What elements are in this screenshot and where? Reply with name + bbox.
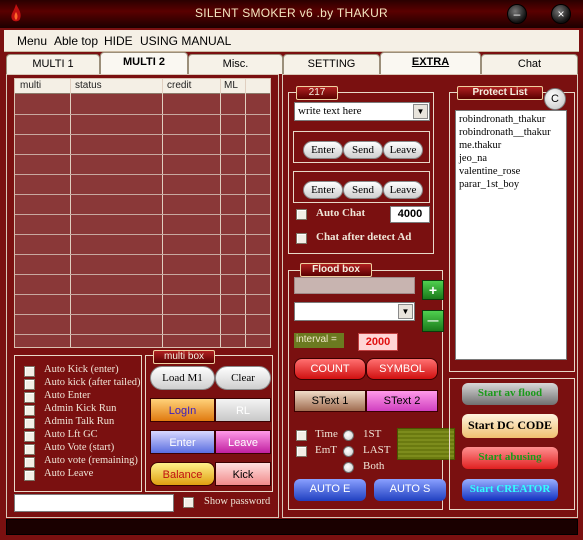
auto-kick-enter-checkbox[interactable]: [24, 366, 35, 377]
leave-button[interactable]: Leave: [215, 430, 271, 454]
auto-kick-after-label: Auto kick (after tailed): [44, 377, 141, 388]
auto-kick-enter-label: Auto Kick (enter): [44, 364, 119, 375]
auto-kick-after-checkbox[interactable]: [24, 379, 35, 390]
auto-lft-gc-label: Auto Lft GC: [44, 429, 98, 440]
tab-extra[interactable]: EXTRA: [380, 52, 481, 75]
window-title: SILENT SMOKER v6 .by THAKUR: [194, 6, 389, 20]
auto-vote-start-label: Auto Vote (start): [44, 442, 115, 453]
auto-vote-remaining-checkbox[interactable]: [24, 457, 35, 468]
col-status: status: [75, 80, 102, 91]
balance-button[interactable]: Balance: [150, 462, 215, 486]
col-credit: credit: [167, 80, 192, 91]
tab-multi-2[interactable]: MULTI 2: [100, 52, 188, 75]
tab-setting[interactable]: SETTING: [283, 54, 380, 74]
admin-talk-run-label: Admin Talk Run: [44, 416, 115, 427]
title-bar: SILENT SMOKER v6 .by THAKUR – ×: [0, 0, 583, 28]
auto-leave-label: Auto Leave: [44, 468, 94, 479]
auto-lft-gc-checkbox[interactable]: [24, 431, 35, 442]
multi-box-legend: multi box: [153, 350, 215, 364]
admin-talk-run-checkbox[interactable]: [24, 418, 35, 429]
col-ml: ML: [224, 80, 238, 91]
auto-enter-label: Auto Enter: [44, 390, 91, 401]
menu-using-manual[interactable]: USING MANUAL: [140, 34, 231, 48]
menu-hide[interactable]: HIDE: [104, 34, 133, 48]
tab-misc[interactable]: Misc.: [188, 54, 283, 74]
tab-chat[interactable]: Chat: [481, 54, 578, 74]
auto-vote-start-checkbox[interactable]: [24, 444, 35, 455]
admin-kick-run-label: Admin Kick Run: [44, 403, 117, 414]
enter-button[interactable]: Enter: [150, 430, 215, 454]
admin-kick-run-checkbox[interactable]: [24, 405, 35, 416]
password-input[interactable]: [14, 494, 174, 512]
minimize-button[interactable]: –: [507, 4, 527, 24]
tab-multi-1[interactable]: MULTI 1: [6, 54, 100, 74]
menu-able-top[interactable]: Able top: [54, 34, 98, 48]
grid-header: multi status credit ML: [15, 79, 270, 94]
close-button[interactable]: ×: [551, 4, 571, 24]
kick-button[interactable]: Kick: [215, 462, 271, 486]
auto-leave-checkbox[interactable]: [24, 470, 35, 481]
auto-enter-checkbox[interactable]: [24, 392, 35, 403]
status-bar: [6, 519, 578, 535]
load-m1-button[interactable]: Load M1: [150, 366, 215, 390]
menu-bar: Menu Able top HIDE USING MANUAL: [4, 30, 579, 52]
account-grid[interactable]: multi status credit ML: [14, 78, 271, 348]
extra-panel: [282, 74, 578, 518]
show-password-checkbox[interactable]: [183, 497, 194, 508]
show-password-label: Show password: [204, 496, 271, 507]
clear-button[interactable]: Clear: [215, 366, 271, 390]
auto-vote-remaining-label: Auto vote (remaining): [44, 455, 138, 466]
login-button[interactable]: LogIn: [150, 398, 215, 422]
rl-button[interactable]: RL: [215, 398, 271, 422]
col-multi: multi: [20, 80, 42, 91]
menu-menu[interactable]: Menu: [17, 34, 47, 48]
